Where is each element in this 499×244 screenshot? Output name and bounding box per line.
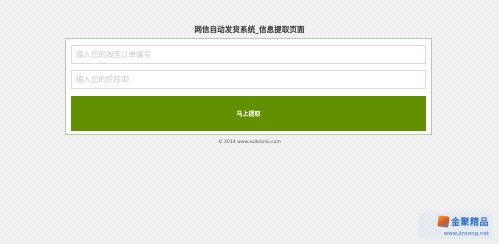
logo-icon: [437, 215, 450, 228]
copyright-text: © 2014 www.xuibianlu.com: [218, 140, 281, 145]
watermark-brand: 金聚精品: [437, 215, 489, 228]
wangwang-id-input[interactable]: [71, 70, 426, 89]
extract-form: 马上提取: [65, 38, 432, 135]
extract-now-button[interactable]: 马上提取: [71, 96, 426, 131]
site-watermark: 金聚精品 www.jincong.net: [418, 213, 493, 239]
watermark-url: www.jincong.net: [443, 231, 489, 237]
order-number-input[interactable]: [71, 45, 426, 64]
page-title: 网信自动发货系统_信息提取页面: [194, 25, 305, 34]
watermark-name: 金聚精品: [450, 218, 489, 228]
